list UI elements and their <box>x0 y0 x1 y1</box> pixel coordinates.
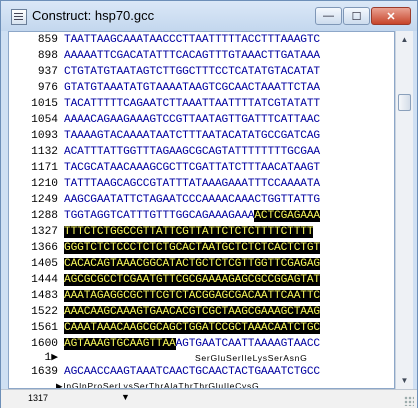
sequence-text[interactable]: TACATTTTTCAGAATCTTAAATTAATTTTATCGTATATT <box>64 98 320 111</box>
selected-sequence[interactable]: CAAATAAACAAGCGCAGCTGGATCCGCTAAACAATCTGC <box>64 322 320 334</box>
sequence-text[interactable]: TATTTAAGCAGCCGTATTTATAAAGAAATTTCCAAAATA <box>64 178 320 191</box>
resize-grip-icon[interactable] <box>404 396 414 406</box>
sequence-text[interactable]: CACACAGTAAACGGCATACTGCTCTCGTTGGTTCGAGAG <box>64 258 320 271</box>
sequence-text[interactable]: AAGCGAATATTCTAGAATCCCAAAACAAACTGGTTATTG <box>64 194 320 207</box>
window-title: Construct: hsp70.gcc <box>32 8 155 23</box>
sequence-text[interactable]: TGGTAGGTCATTTGTTTGGCAGAAAGAAAACTCGAGAAA <box>64 210 320 223</box>
position-number: 1639 <box>31 366 58 378</box>
position-number: 937 <box>37 66 58 78</box>
position-number: 1171 <box>31 162 58 174</box>
selected-sequence[interactable]: AAATAGAGGCGCTTCGTCTACGGAGCGACAATTCAATTC <box>64 290 320 302</box>
selected-sequence[interactable]: AAACAAGCAAAGTGAACACGTCGCTAAGCGAAAGCTAAG <box>64 306 320 318</box>
sequence-text[interactable]: AGCAACCAAGTAAATCAACTGCAACTACTGAAATCTGCC <box>64 366 320 379</box>
position-number: 1327 <box>31 226 58 238</box>
sequence-text[interactable]: CAAATAAACAAGCGCAGCTGGATCCGCTAAACAATCTGC <box>64 322 320 335</box>
sequence-text[interactable]: ACATTTATTGGTTTAGAAGCGCAGTATTTTTTTTGCGAA <box>64 146 320 159</box>
scroll-up-arrow-icon[interactable]: ▲ <box>396 31 413 48</box>
sequence-text[interactable]: AAAAATTCGACATATTTCACAGTTTGTAAACTTGATAAA <box>64 50 320 63</box>
position-number: 1522 <box>31 306 58 318</box>
title-bar[interactable]: Construct: hsp70.gcc — ☐ ✕ <box>1 1 417 31</box>
sequence-view[interactable]: 859 TAATTAAGCAAATAACCCTTAATTTTTACCTTTAAAG… <box>8 31 395 389</box>
sequence-text[interactable]: GTATGTAAATATGTAAAATAAGTCGCAACTAAATTCTAA <box>64 82 320 95</box>
position-number: 1249 <box>31 194 58 206</box>
selected-sequence[interactable]: GGGTCTCTCCCTCTCTGCACTAATGCTCTCTCACTCTGT <box>64 242 320 254</box>
close-button[interactable]: ✕ <box>371 7 411 25</box>
selected-sequence[interactable]: AGCGCGCCTCGAATGTTCGCGAAAAGAGCGCCGGAGTAT <box>64 274 320 286</box>
position-number: 1366 <box>31 242 58 254</box>
minimize-button[interactable]: — <box>315 7 342 25</box>
position-number: 898 <box>37 50 58 62</box>
scrollbar-thumb[interactable] <box>398 94 411 111</box>
amino-acid-text: SerGluSerIleLysSerAsnG <box>195 353 308 363</box>
position-number: 1561 <box>31 322 58 334</box>
amino-acid-text: ▶InGlnProSerLysSerThrAlaThrThrGluIleCysG <box>56 381 260 389</box>
position-number: 1405 <box>31 258 58 270</box>
position-number: 976 <box>37 82 58 94</box>
sequence-text[interactable]: TAAAAGTACAAAATAATCTTTAATACATATGCCGATCAG <box>64 130 320 143</box>
sequence-prefix[interactable]: TGGTAGGTCATTTGTTTGGCAGAAAGAAA <box>64 210 255 222</box>
sequence-text[interactable]: AAATAGAGGCGCTTCGTCTACGGAGCGACAATTCAATTC <box>64 290 320 303</box>
position-number: 1015 <box>31 98 58 110</box>
cursor-position: 1317 <box>28 393 49 403</box>
selected-sequence[interactable]: CACACAGTAAACGGCATACTGCTCTCGTTGGTTCGAGAG <box>64 258 320 270</box>
sequence-text[interactable]: GGGTCTCTCCCTCTCTGCACTAATGCTCTCTCACTCTGT <box>64 242 320 255</box>
selected-sequence[interactable]: TTTCTCTGGCCGTTATTCGTTATTCTCTCTTTTCTTTT <box>64 226 314 238</box>
sequence-text[interactable]: TAATTAAGCAAATAACCCTTAATTTTTACCTTTAAAGTC <box>64 34 320 47</box>
translation-frame-label: 1▶ <box>44 352 58 364</box>
sequence-text[interactable]: AGTAAAGTGCAAGTTAAAGTGAATCAATTAAAAGTAACC <box>64 338 320 351</box>
sequence-text[interactable]: AGCGCGCCTCGAATGTTCGCGAAAAGAGCGCCGGAGTAT <box>64 274 320 287</box>
document-icon <box>11 9 27 25</box>
status-bar: 1317 ▼ <box>1 389 417 408</box>
sequence-suffix[interactable]: AGTGAATCAATTAAAAGTAACC <box>176 338 321 350</box>
sequence-text[interactable]: AAAACAGAAGAAAGTCCGTTAATAGTTGATTTCATTAAC <box>64 114 320 127</box>
selected-sequence[interactable]: AGTAAAGTGCAAGTTAA <box>64 338 176 350</box>
dropdown-arrow-icon[interactable]: ▼ <box>121 392 130 402</box>
position-number: 1210 <box>31 178 58 190</box>
position-number: 1483 <box>31 290 58 302</box>
position-number: 1132 <box>31 146 58 158</box>
maximize-button[interactable]: ☐ <box>343 7 370 25</box>
position-number: 1093 <box>31 130 58 142</box>
position-number: 859 <box>37 34 58 46</box>
app-window: Construct: hsp70.gcc — ☐ ✕ 859 TAATTAAGCA… <box>0 0 418 408</box>
sequence-text[interactable]: AAACAAGCAAAGTGAACACGTCGCTAAGCGAAAGCTAAG <box>64 306 320 319</box>
selected-sequence[interactable]: ACTCGAGAAA <box>254 210 320 222</box>
scroll-down-arrow-icon[interactable]: ▼ <box>396 372 413 389</box>
sequence-text[interactable]: CTGTATGTAATAGTCTTGGCTTTCCTCATATGTACATAT <box>64 66 320 79</box>
position-number: 1444 <box>31 274 58 286</box>
sequence-text[interactable]: TACGCATAACAAAGCGCTTCGATTATCTTTAACATAAGT <box>64 162 320 175</box>
position-number: 1600 <box>31 338 58 350</box>
position-number: 1288 <box>31 210 58 222</box>
sequence-text[interactable]: TTTCTCTGGCCGTTATTCGTTATTCTCTCTTTTCTTTT <box>64 226 314 239</box>
vertical-scrollbar[interactable]: ▲ ▼ <box>395 31 413 389</box>
position-number: 1054 <box>31 114 58 126</box>
